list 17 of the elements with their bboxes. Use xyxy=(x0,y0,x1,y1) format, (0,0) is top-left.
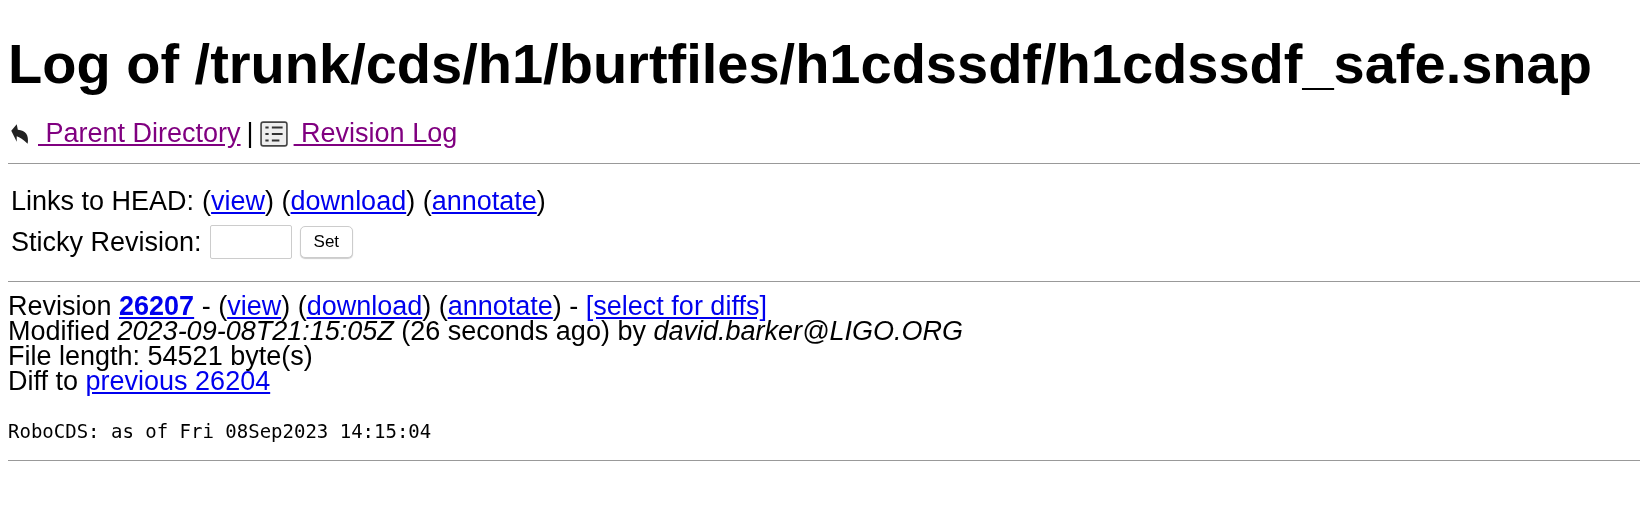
link[interactable]: annotate xyxy=(431,186,537,216)
revision-input[interactable] xyxy=(209,225,292,259)
revision-link[interactable]: 26207 xyxy=(119,291,195,321)
sticky-revision-label: Sticky Revision: xyxy=(11,226,202,258)
links-line: (view) (download) (annotate) xyxy=(202,186,546,217)
list-icon xyxy=(259,120,288,147)
set-button[interactable]: Set xyxy=(299,226,354,258)
nav-link[interactable]: Parent Directory xyxy=(38,118,241,149)
revision-info-line: Revision 26207 - (view) (download) (annotate) - [select for diffs] xyxy=(8,294,767,319)
log-message: RoboCDS: as of Fri 08Sep2023 14:15:04 xyxy=(8,420,433,442)
link[interactable]: [select for diffs] xyxy=(585,291,767,321)
links-label: Links to HEAD: xyxy=(11,186,195,217)
link[interactable]: annotate xyxy=(447,291,553,321)
nav-link[interactable]: Revision Log xyxy=(293,118,458,149)
link[interactable]: download xyxy=(306,291,423,321)
page-title: Log of /trunk/cds/h1/burtfiles/h1cdssdf/h1cdssdf_safe.snap xyxy=(8,32,1593,96)
separator: | xyxy=(246,118,254,149)
